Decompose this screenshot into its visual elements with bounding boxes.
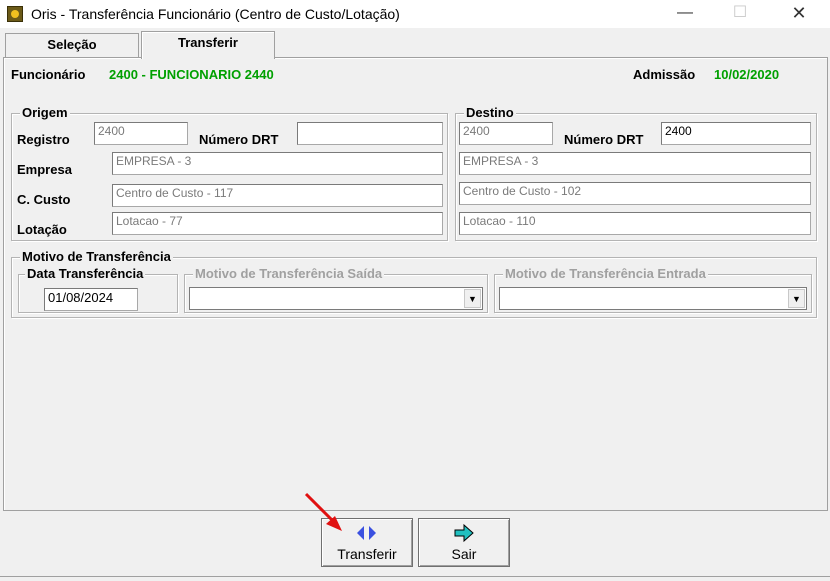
- annotation-arrow: [304, 492, 342, 531]
- admissao-label: Admissão: [633, 67, 696, 82]
- tab-selecao[interactable]: Seleção: [5, 33, 139, 58]
- origem-registro-field[interactable]: 2400: [94, 122, 188, 145]
- chevron-down-icon[interactable]: ▼: [464, 289, 481, 308]
- transferir-label: Transferir: [337, 546, 397, 562]
- maximize-button[interactable]: ☐: [717, 0, 763, 28]
- empresa-label: Empresa: [17, 162, 72, 177]
- origem-title: Origem: [20, 105, 70, 121]
- sair-label: Sair: [451, 546, 477, 562]
- destino-title: Destino: [464, 105, 516, 121]
- title-bar: Oris - Transferência Funcionário (Centro…: [0, 0, 830, 28]
- chevron-down-icon[interactable]: ▼: [788, 289, 805, 308]
- motivo-saida-title: Motivo de Transferência Saída: [193, 266, 385, 282]
- funcionario-value: 2400 - FUNCIONARIO 2440: [109, 67, 274, 82]
- motivo-saida-select[interactable]: ▼: [189, 287, 483, 310]
- origem-ccusto-field[interactable]: Centro de Custo - 117: [112, 184, 443, 207]
- motivo-title: Motivo de Transferência: [20, 249, 173, 265]
- minimize-button[interactable]: —: [662, 0, 708, 28]
- registro-label: Registro: [17, 132, 70, 147]
- destino-registro-field[interactable]: 2400: [459, 122, 553, 145]
- origem-drt-label: Número DRT: [199, 132, 279, 147]
- destino-ccusto-field[interactable]: Centro de Custo - 102: [459, 182, 811, 205]
- origem-drt-field[interactable]: [297, 122, 443, 145]
- origem-lotacao-field[interactable]: Lotacao - 77: [112, 212, 443, 235]
- data-transferencia-title: Data Transferência: [25, 266, 146, 282]
- window-title: Oris - Transferência Funcionário (Centro…: [31, 6, 400, 22]
- ccusto-label: C. Custo: [17, 192, 71, 207]
- motivo-entrada-title: Motivo de Transferência Entrada: [503, 266, 708, 282]
- exit-arrow-icon: [419, 523, 509, 543]
- destino-empresa-field[interactable]: EMPRESA - 3: [459, 152, 811, 175]
- motivo-entrada-select[interactable]: ▼: [499, 287, 807, 310]
- lotacao-label: Lotação: [17, 222, 67, 237]
- close-button[interactable]: ✕: [776, 0, 822, 28]
- app-icon: [7, 6, 23, 22]
- destino-drt-field[interactable]: 2400: [661, 122, 811, 145]
- status-bar: [0, 576, 830, 581]
- destino-drt-label: Número DRT: [564, 132, 644, 147]
- funcionario-label: Funcionário: [11, 67, 86, 82]
- sair-button[interactable]: Sair: [418, 518, 510, 567]
- origem-empresa-field[interactable]: EMPRESA - 3: [112, 152, 443, 175]
- data-transferencia-field[interactable]: 01/08/2024: [44, 288, 138, 311]
- tab-transferir[interactable]: Transferir: [141, 31, 275, 59]
- admissao-value: 10/02/2020: [714, 67, 780, 82]
- destino-lotacao-field[interactable]: Lotacao - 110: [459, 212, 811, 235]
